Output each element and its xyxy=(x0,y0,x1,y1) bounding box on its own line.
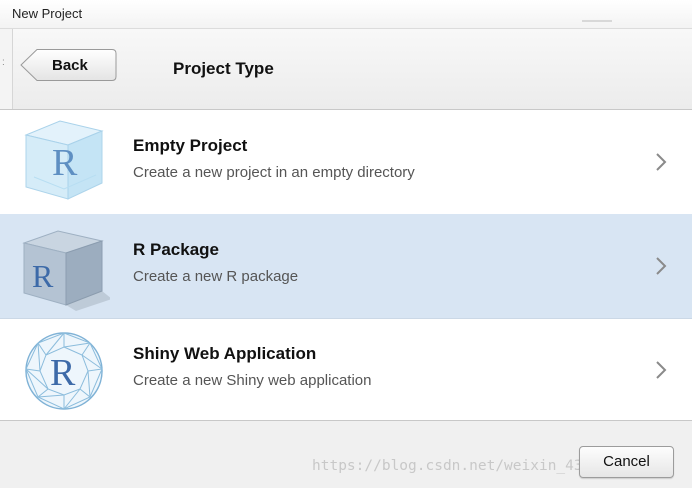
cancel-button[interactable]: Cancel xyxy=(579,446,674,478)
edge-marker: : xyxy=(2,57,5,68)
project-type-name: R Package xyxy=(133,240,219,259)
r-package-box-icon: R xyxy=(20,221,112,311)
svg-text:R: R xyxy=(52,142,78,184)
r-glass-cube-icon: R xyxy=(20,117,110,207)
project-type-description: Create a new project in an empty directo… xyxy=(133,164,415,181)
project-type-name: Empty Project xyxy=(133,136,248,155)
page-title: Project Type xyxy=(173,59,274,78)
svg-text:R: R xyxy=(50,352,76,394)
chevron-right-icon xyxy=(656,257,667,275)
project-type-shiny-web-application[interactable]: R Shiny Web Application Create a new Shi… xyxy=(0,318,692,422)
left-edge-strip: : xyxy=(0,29,13,109)
project-type-description: Create a new Shiny web application xyxy=(133,372,372,389)
chevron-right-icon xyxy=(656,153,667,171)
project-type-name: Shiny Web Application xyxy=(133,344,317,363)
back-button-label: Back xyxy=(52,57,88,74)
svg-text:R: R xyxy=(32,258,54,294)
back-button[interactable]: Back xyxy=(20,48,117,82)
project-type-r-package[interactable]: R R Package Create a new R package xyxy=(0,214,692,319)
project-type-description: Create a new R package xyxy=(133,268,299,285)
title-bar-decoration xyxy=(582,20,612,25)
window-title: New Project xyxy=(12,6,83,21)
project-type-empty-project[interactable]: R Empty Project Create a new project in … xyxy=(0,110,692,215)
title-bar: New Project xyxy=(0,0,692,29)
chevron-right-icon xyxy=(656,361,667,379)
project-type-list: R Empty Project Create a new project in … xyxy=(0,110,692,421)
r-shiny-sphere-icon: R xyxy=(20,325,110,415)
